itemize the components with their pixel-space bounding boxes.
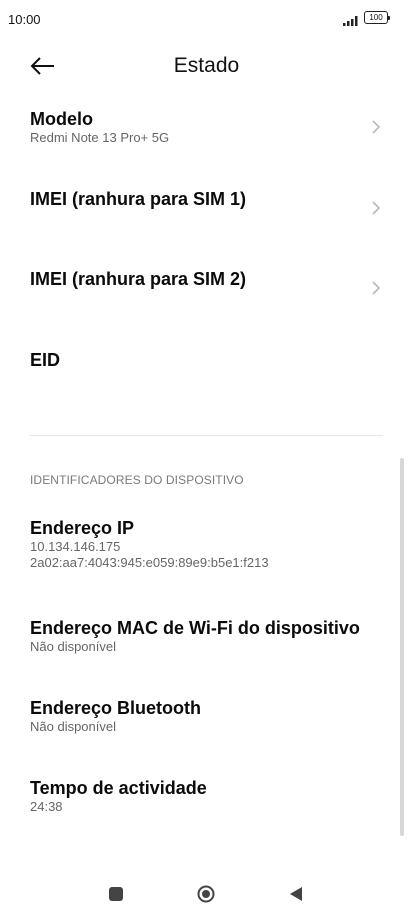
- list-item-eid[interactable]: EID: [30, 349, 390, 371]
- list-item-title: Modelo: [30, 109, 93, 129]
- list-item-subtitle: Redmi Note 13 Pro+ 5G: [30, 130, 170, 145]
- chevron-right-icon: [372, 120, 381, 134]
- list-item-value: Não disponível: [30, 719, 116, 734]
- list-item-value: 24:38: [30, 799, 63, 814]
- list-item-bluetooth-address[interactable]: Endereço Bluetooth Não disponível: [30, 697, 390, 735]
- chevron-right-icon: [372, 281, 381, 295]
- back-button[interactable]: [24, 52, 60, 80]
- list-item-wifi-mac[interactable]: Endereço MAC de Wi-Fi do dispositivo Não…: [30, 617, 390, 655]
- circle-home-icon[interactable]: [197, 885, 215, 903]
- page-title: Estado: [173, 54, 240, 77]
- section-header: IDENTIFICADORES DO DISPOSITIVO: [30, 473, 244, 487]
- list-item-title: Endereço MAC de Wi-Fi do dispositivo: [30, 618, 360, 638]
- square-recent-apps-icon[interactable]: [109, 887, 123, 901]
- header: Estado: [0, 44, 413, 88]
- list-item-imei-sim2[interactable]: IMEI (ranhura para SIM 2): [30, 268, 390, 295]
- divider: [30, 435, 383, 436]
- signal-bars-icon: [343, 13, 361, 31]
- status-time: 10:00: [8, 12, 41, 27]
- battery-level: 100: [369, 12, 383, 22]
- list-item-title: Endereço IP: [30, 518, 135, 538]
- navigation-bar: [0, 870, 413, 920]
- triangle-back-icon[interactable]: [288, 885, 304, 903]
- list-item-title: Tempo de actividade: [30, 778, 207, 798]
- arrow-left-icon: [30, 57, 54, 75]
- list-item-modelo[interactable]: Modelo Redmi Note 13 Pro+ 5G: [30, 108, 390, 146]
- list-item-ip-address[interactable]: Endereço IP 10.134.146.175 2a02:aa7:4043…: [30, 517, 390, 571]
- chevron-right-icon: [372, 201, 381, 215]
- list-item-uptime[interactable]: Tempo de actividade 24:38: [30, 777, 390, 815]
- list-item-imei-sim1[interactable]: IMEI (ranhura para SIM 1): [30, 188, 390, 215]
- list-item-value: 2a02:aa7:4043:945:e059:89e9:b5e1:f213: [30, 555, 269, 570]
- list-item-title: IMEI (ranhura para SIM 1): [30, 189, 247, 209]
- list-item-value: Não disponível: [30, 639, 116, 654]
- list-item-title: EID: [30, 350, 61, 370]
- battery-icon: 100: [364, 11, 390, 24]
- list-item-title: Endereço Bluetooth: [30, 698, 202, 718]
- list-item-title: IMEI (ranhura para SIM 2): [30, 269, 247, 289]
- scrollbar[interactable]: [400, 458, 404, 836]
- list-item-value: 10.134.146.175: [30, 539, 121, 554]
- status-bar: 10:00 100: [0, 0, 413, 40]
